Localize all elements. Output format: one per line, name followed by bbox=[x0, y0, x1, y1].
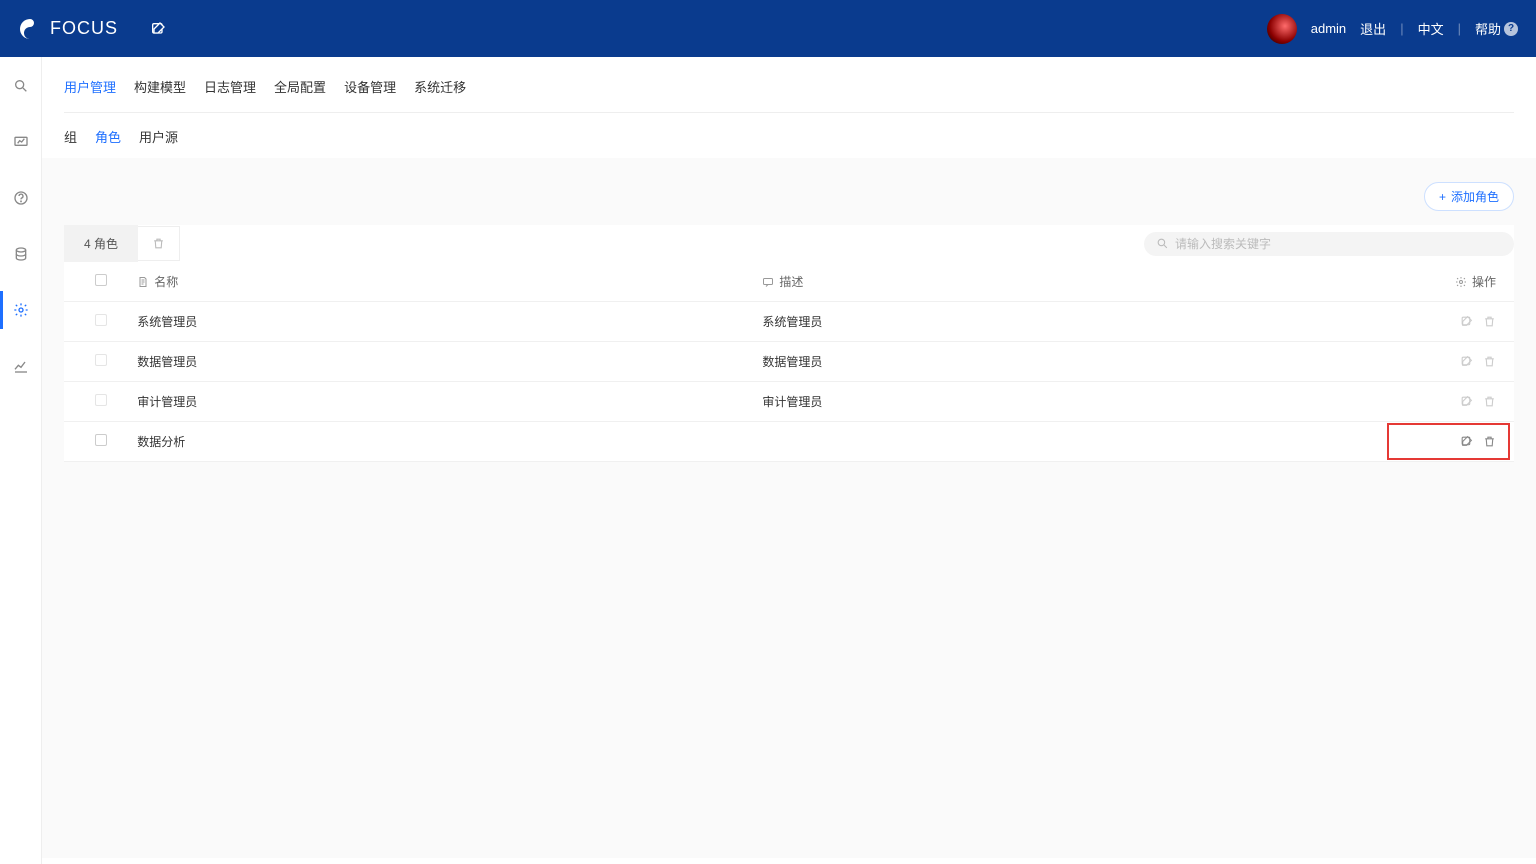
list-panel: 4 角色 名称 描述 操作 bbox=[64, 225, 1514, 462]
header-right: admin 退出 | 中文 | 帮助? bbox=[1267, 14, 1518, 44]
row-name: 系统管理员 bbox=[137, 302, 752, 342]
col-desc-header: 描述 bbox=[779, 273, 803, 290]
doc-icon bbox=[137, 276, 149, 288]
search-icon bbox=[1156, 237, 1169, 250]
list-header: 4 角色 bbox=[64, 225, 1514, 262]
topnav-item[interactable]: 构建模型 bbox=[134, 73, 186, 100]
toolbar-row: + 添加角色 bbox=[64, 182, 1514, 211]
row-desc bbox=[752, 422, 1396, 462]
topnav-item[interactable]: 全局配置 bbox=[274, 73, 326, 100]
row-checkbox bbox=[95, 354, 107, 366]
role-count: 4 角色 bbox=[64, 225, 138, 262]
delete-icon[interactable] bbox=[1483, 315, 1496, 328]
delete-icon[interactable] bbox=[1483, 435, 1496, 448]
subtab-item[interactable]: 角色 bbox=[95, 127, 121, 146]
subtab-item[interactable]: 组 bbox=[64, 127, 77, 146]
role-table: 名称 描述 操作 系统管理员系统管理员数据管理员数据管理员审计管理员审计管理员数… bbox=[64, 262, 1514, 462]
delete-icon[interactable] bbox=[1483, 355, 1496, 368]
row-desc: 审计管理员 bbox=[752, 382, 1396, 422]
sidebar-analytics-icon[interactable] bbox=[0, 351, 42, 381]
left-sidebar bbox=[0, 57, 42, 864]
subtab-item[interactable]: 用户源 bbox=[139, 127, 178, 146]
table-row: 数据分析 bbox=[64, 422, 1514, 462]
col-name-header: 名称 bbox=[154, 273, 178, 290]
sidebar-settings-icon[interactable] bbox=[0, 295, 42, 325]
logo-text: FOCUS bbox=[50, 18, 118, 39]
sidebar-help-icon[interactable] bbox=[0, 183, 42, 213]
row-checkbox bbox=[95, 314, 107, 326]
top-nav: 用户管理构建模型日志管理全局配置设备管理系统迁移 bbox=[64, 57, 1514, 113]
edit-icon[interactable] bbox=[1460, 395, 1473, 408]
chat-icon bbox=[762, 276, 774, 288]
separator: | bbox=[1458, 21, 1461, 36]
topnav-item[interactable]: 用户管理 bbox=[64, 73, 116, 100]
content-area: 用户管理构建模型日志管理全局配置设备管理系统迁移 组角色用户源 + 添加角色 4… bbox=[42, 57, 1536, 858]
gear-icon bbox=[1455, 276, 1467, 288]
avatar[interactable] bbox=[1267, 14, 1297, 44]
add-role-button[interactable]: + 添加角色 bbox=[1424, 182, 1514, 211]
select-all-checkbox[interactable] bbox=[95, 274, 107, 286]
row-desc: 系统管理员 bbox=[752, 302, 1396, 342]
plus-icon: + bbox=[1439, 190, 1446, 204]
delete-icon[interactable] bbox=[1483, 395, 1496, 408]
topnav-item[interactable]: 设备管理 bbox=[344, 73, 396, 100]
row-checkbox bbox=[95, 394, 107, 406]
search-box[interactable] bbox=[1144, 232, 1514, 256]
row-name: 审计管理员 bbox=[137, 382, 752, 422]
topnav-item[interactable]: 系统迁移 bbox=[414, 73, 466, 100]
row-desc: 数据管理员 bbox=[752, 342, 1396, 382]
sidebar-dashboard-icon[interactable] bbox=[0, 127, 42, 157]
logo-icon bbox=[18, 17, 42, 41]
compose-icon[interactable] bbox=[150, 21, 166, 37]
sidebar-database-icon[interactable] bbox=[0, 239, 42, 269]
separator: | bbox=[1400, 21, 1403, 36]
main-area: + 添加角色 4 角色 bbox=[42, 158, 1536, 858]
row-name: 数据管理员 bbox=[137, 342, 752, 382]
table-row: 系统管理员系统管理员 bbox=[64, 302, 1514, 342]
table-row: 数据管理员数据管理员 bbox=[64, 342, 1514, 382]
help-icon: ? bbox=[1504, 22, 1518, 36]
search-input[interactable] bbox=[1175, 237, 1502, 251]
edit-icon[interactable] bbox=[1460, 315, 1473, 328]
edit-icon[interactable] bbox=[1460, 355, 1473, 368]
logout-link[interactable]: 退出 bbox=[1360, 19, 1386, 38]
sidebar-search-icon[interactable] bbox=[0, 71, 42, 101]
lang-link[interactable]: 中文 bbox=[1418, 19, 1444, 38]
app-logo: FOCUS bbox=[18, 17, 118, 41]
row-checkbox[interactable] bbox=[95, 434, 107, 446]
app-header: FOCUS admin 退出 | 中文 | 帮助? bbox=[0, 0, 1536, 57]
add-role-label: 添加角色 bbox=[1451, 188, 1499, 205]
bulk-delete-button[interactable] bbox=[138, 226, 180, 261]
username-link[interactable]: admin bbox=[1311, 21, 1346, 36]
row-name: 数据分析 bbox=[137, 422, 752, 462]
sub-tabs: 组角色用户源 bbox=[64, 113, 1514, 158]
col-ops-header: 操作 bbox=[1472, 273, 1496, 290]
topnav-item[interactable]: 日志管理 bbox=[204, 73, 256, 100]
table-row: 审计管理员审计管理员 bbox=[64, 382, 1514, 422]
edit-icon[interactable] bbox=[1460, 435, 1473, 448]
help-link[interactable]: 帮助? bbox=[1475, 19, 1518, 38]
